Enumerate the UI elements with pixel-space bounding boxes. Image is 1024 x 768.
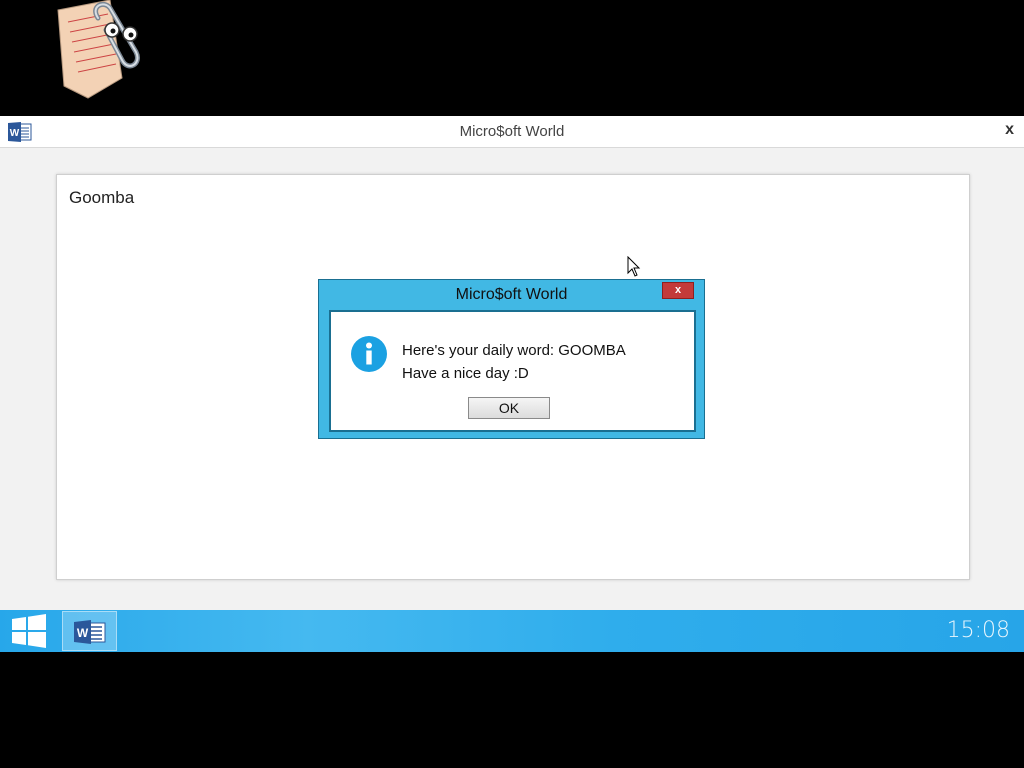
dialog-close-button[interactable]: x	[662, 282, 694, 299]
dialog-title: Micro$oft World	[455, 286, 568, 303]
document-text: Goomba	[69, 188, 135, 207]
taskbar-word-app-button[interactable]: W	[62, 611, 117, 651]
message-dialog: Micro$oft World x Here's your daily word…	[318, 279, 705, 439]
windows-logo-icon[interactable]	[8, 614, 50, 648]
mouse-cursor-icon	[627, 256, 641, 277]
dialog-message-line1: Here's your daily word: GOOMBA	[402, 342, 626, 359]
ok-button[interactable]: OK	[468, 397, 550, 419]
svg-text:W: W	[77, 626, 89, 640]
title-bar[interactable]: W Micro$oft World x	[0, 116, 1024, 148]
window-title: Micro$oft World	[459, 123, 565, 140]
word-icon: W	[74, 620, 106, 644]
info-icon	[351, 336, 387, 372]
dialog-message: Here's your daily word: GOOMBA Have a ni…	[402, 339, 626, 385]
dialog-body: Here's your daily word: GOOMBA Have a ni…	[329, 310, 696, 432]
dialog-message-line2: Have a nice day :D	[402, 365, 529, 382]
taskbar-clock: 15:08	[946, 618, 1010, 643]
assistant-paperclip-icon[interactable]	[50, 0, 150, 104]
desktop-screen: W Micro$oft World x Goomba Micro$oft Wor…	[0, 0, 1024, 768]
taskbar: W 15:08	[0, 610, 1024, 652]
window-close-button[interactable]: x	[1005, 121, 1014, 139]
